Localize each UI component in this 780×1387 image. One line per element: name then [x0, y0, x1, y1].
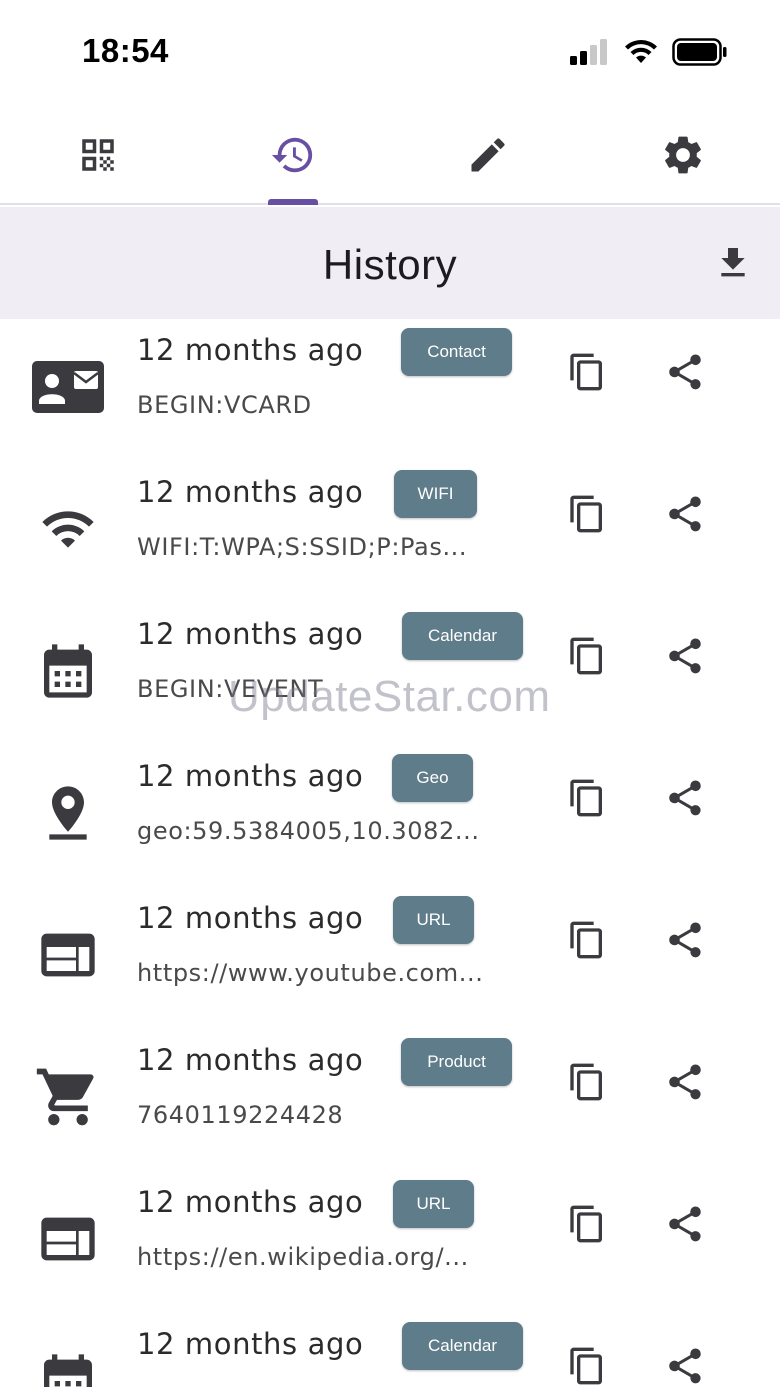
type-badge: Calendar [402, 1322, 523, 1370]
download-button[interactable] [708, 238, 758, 288]
share-button[interactable] [660, 347, 710, 397]
list-item[interactable]: 12 months ago Product 7640119224428 [0, 1029, 780, 1171]
copy-button[interactable] [562, 347, 612, 397]
web-page-icon [30, 1201, 106, 1277]
type-badge: Calendar [402, 612, 523, 660]
share-button[interactable] [660, 1199, 710, 1249]
list-item[interactable]: 12 months ago WIFI WIFI:T:WPA;S:SSID;P:P… [0, 461, 780, 603]
share-icon [669, 638, 701, 674]
type-badge: URL [393, 1180, 474, 1228]
qr-code-icon [81, 139, 114, 171]
scan-content: https://www.youtube.com... [137, 959, 484, 987]
copy-button[interactable] [562, 631, 612, 681]
list-item[interactable]: 12 months ago Calendar BEGIN:VEVENT [0, 603, 780, 745]
copy-icon [570, 1347, 602, 1385]
share-button[interactable] [660, 1341, 710, 1387]
copy-icon [570, 495, 602, 533]
scan-time: 12 months ago [137, 1043, 364, 1077]
copy-button[interactable] [562, 915, 612, 965]
scan-content: 7640119224428 [137, 1101, 344, 1129]
tab-create[interactable] [390, 105, 585, 205]
scan-time: 12 months ago [137, 617, 364, 651]
shopping-cart-icon [30, 1059, 106, 1135]
type-badge: Contact [401, 328, 512, 376]
share-icon [669, 354, 701, 390]
share-icon [669, 496, 701, 532]
copy-button[interactable] [562, 1199, 612, 1249]
type-badge: Geo [392, 754, 473, 802]
share-icon [669, 780, 701, 816]
list-item[interactable]: 12 months ago URL https://www.youtube.co… [0, 887, 780, 1029]
type-badge: Product [401, 1038, 512, 1086]
copy-icon [570, 1205, 602, 1243]
list-item[interactable]: 12 months ago Contact BEGIN:VCARD [0, 319, 780, 461]
scan-time: 12 months ago [137, 901, 364, 935]
copy-button[interactable] [562, 773, 612, 823]
type-badge: WIFI [394, 470, 477, 518]
copy-button[interactable] [562, 489, 612, 539]
share-icon [669, 922, 701, 958]
scan-time: 12 months ago [137, 333, 364, 367]
calendar-icon [30, 633, 106, 709]
share-button[interactable] [660, 1057, 710, 1107]
copy-icon [570, 779, 602, 817]
wifi-icon [30, 491, 106, 567]
location-pin-icon [30, 775, 106, 851]
scan-time: 12 months ago [137, 1185, 364, 1219]
scan-content: https://en.wikipedia.org/... [137, 1243, 469, 1271]
copy-icon [570, 353, 602, 391]
page-title: History [322, 241, 458, 288]
history-list: 12 months ago Contact BEGIN:VCARD 12 mon… [0, 319, 780, 1387]
scan-content: BEGIN:VEVENT [137, 675, 324, 703]
list-item[interactable]: 12 months ago Calendar [0, 1313, 780, 1387]
scan-content: geo:59.5384005,10.3082... [137, 817, 480, 845]
top-tab-bar [0, 105, 780, 205]
scan-content: BEGIN:VCARD [137, 391, 312, 419]
battery-icon [672, 38, 727, 66]
list-item[interactable]: 12 months ago Geo geo:59.5384005,10.3082… [0, 745, 780, 887]
tab-settings[interactable] [585, 105, 780, 205]
status-bar: 18:54 [0, 0, 780, 105]
share-button[interactable] [660, 773, 710, 823]
download-icon [721, 248, 745, 277]
list-item[interactable]: 12 months ago URL https://en.wikipedia.o… [0, 1171, 780, 1313]
scan-time: 12 months ago [137, 475, 364, 509]
tab-scan[interactable] [0, 105, 195, 205]
copy-button[interactable] [562, 1057, 612, 1107]
gear-icon [664, 136, 701, 174]
share-icon [669, 1064, 701, 1100]
calendar-icon [30, 1343, 106, 1387]
app-bar: History [0, 207, 780, 319]
scan-time: 12 months ago [137, 1327, 364, 1361]
share-button[interactable] [660, 915, 710, 965]
cellular-signal-icon [570, 39, 607, 65]
status-icons [570, 38, 728, 66]
scan-time: 12 months ago [137, 759, 364, 793]
copy-button[interactable] [562, 1341, 612, 1387]
type-badge: URL [393, 896, 474, 944]
share-icon [669, 1348, 701, 1384]
scan-content: WIFI:T:WPA;S:SSID;P:Pas... [137, 533, 468, 561]
wifi-status-icon [625, 40, 657, 63]
history-icon [271, 137, 312, 173]
selected-tab-indicator [268, 199, 318, 205]
contact-card-icon [30, 349, 106, 425]
share-button[interactable] [660, 631, 710, 681]
copy-icon [570, 921, 602, 959]
share-button[interactable] [660, 489, 710, 539]
share-icon [669, 1206, 701, 1242]
tab-history[interactable] [195, 105, 390, 205]
status-time: 18:54 [82, 32, 169, 69]
pencil-icon [471, 138, 505, 172]
copy-icon [570, 1063, 602, 1101]
web-page-icon [30, 917, 106, 993]
copy-icon [570, 637, 602, 675]
